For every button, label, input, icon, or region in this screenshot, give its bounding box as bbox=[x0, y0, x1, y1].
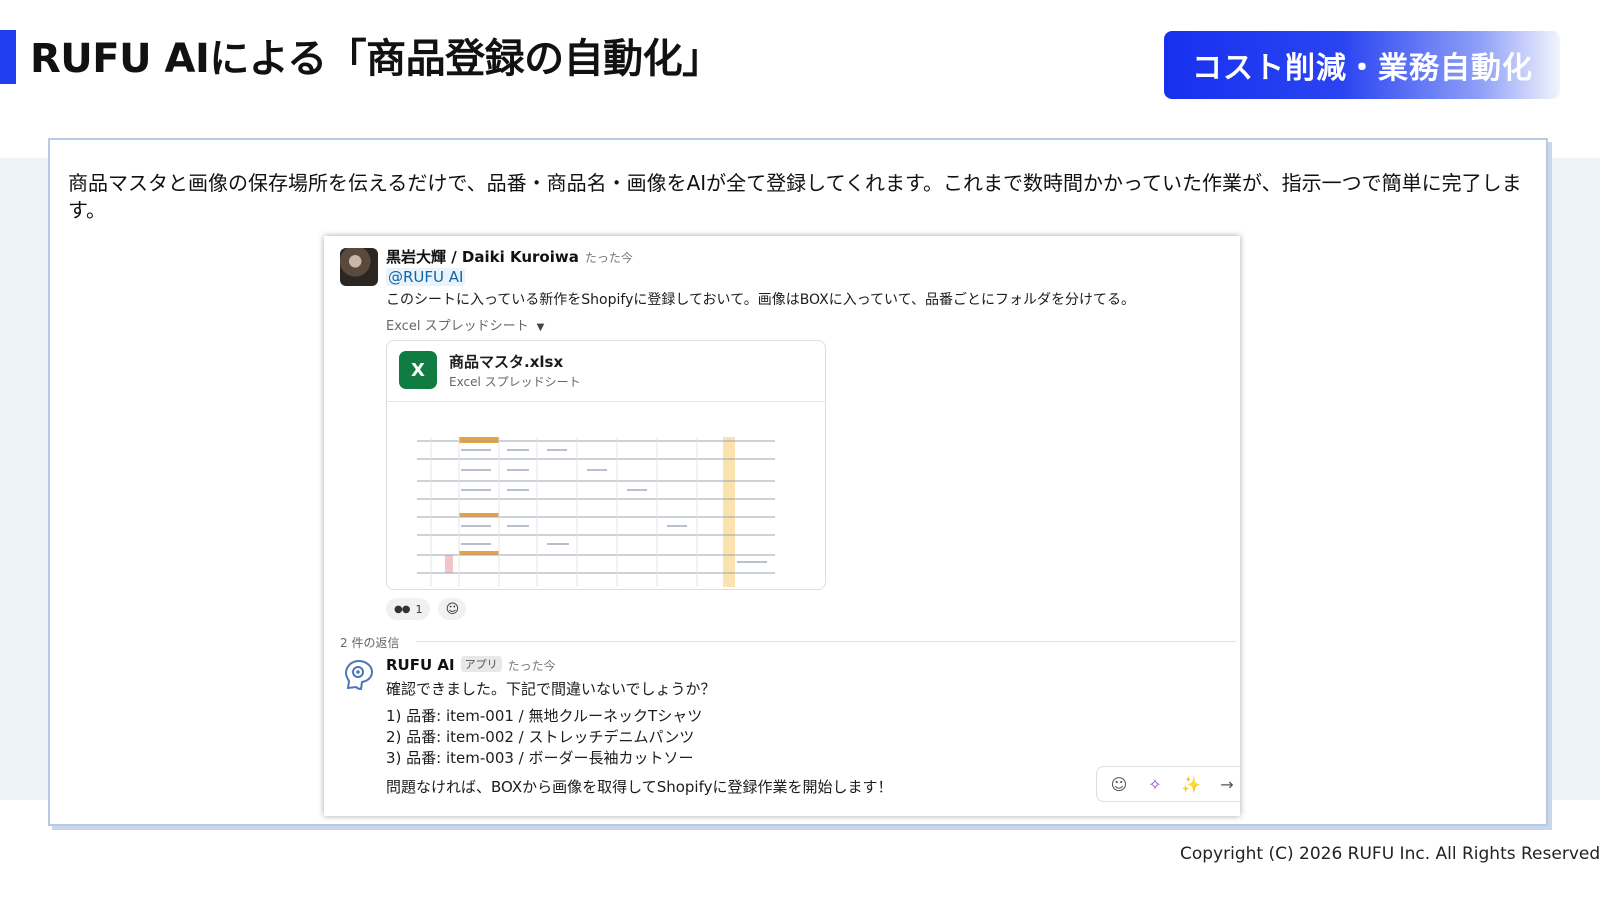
file-type: Excel スプレッドシート bbox=[449, 375, 581, 389]
message-hover-toolbar: ☺ ✧ ✨ → bbox=[1096, 766, 1240, 802]
author-name: 黒岩大輝 / Daiki Kuroiwa bbox=[386, 248, 579, 266]
file-attachment-card: X 商品マスタ.xlsx Excel スプレッドシート bbox=[386, 340, 826, 590]
message-time: たった今 bbox=[584, 251, 633, 265]
spreadsheet-preview-thumbnail bbox=[417, 437, 775, 587]
reply-text: 確認できました。下記で間違いないでしょうか？ bbox=[386, 680, 716, 698]
attachment-kind: Excel スプレッドシート ▼ bbox=[386, 315, 544, 334]
attachment-kind-label: Excel スプレッドシート bbox=[386, 319, 529, 334]
copyright-text: Copyright (C) 2026 RUFU Inc. All Rights … bbox=[1180, 844, 1600, 864]
app-badge: アプリ bbox=[460, 656, 502, 672]
emoji-icon[interactable]: ☺ bbox=[1109, 775, 1129, 794]
user-avatar bbox=[340, 248, 378, 286]
reactions-bar: ●● 1 ☺ bbox=[386, 598, 467, 620]
product-list: 1) 品番: item-001 / 無地クルーネックTシャツ 2) 品番: it… bbox=[386, 706, 702, 769]
title-accent-bar bbox=[0, 30, 16, 84]
list-item: 3) 品番: item-003 / ボーダー長袖カットソー bbox=[386, 749, 694, 767]
message-author: 黒岩大輝 / Daiki Kuroiwa たった今 bbox=[386, 246, 633, 267]
message-text: このシートに入っている新作をShopifyに登録しておいて。画像はBOXに入って… bbox=[386, 292, 1135, 308]
description-text: 商品マスタと画像の保存場所を伝えるだけで、品番・商品名・画像をAIが全て登録して… bbox=[68, 171, 1522, 222]
reply-footer: 問題なければ、BOXから画像を取得してShopifyに登録作業を開始します！ bbox=[386, 778, 893, 796]
excel-icon: X bbox=[399, 351, 437, 389]
reply-time: たった今 bbox=[507, 659, 556, 673]
add-reaction-button[interactable]: ☺ bbox=[438, 598, 467, 620]
rufu-ai-avatar-icon bbox=[344, 659, 374, 691]
add-emoji-icon: ☺ bbox=[445, 601, 460, 617]
list-item: 1) 品番: item-001 / 無地クルーネックTシャツ bbox=[386, 707, 703, 725]
slack-screenshot: 黒岩大輝 / Daiki Kuroiwa たった今 @RUFU AI このシートに… bbox=[324, 236, 1240, 816]
file-divider bbox=[387, 401, 825, 402]
sparkles-icon[interactable]: ✨ bbox=[1181, 775, 1201, 794]
mention-tag: @RUFU AI bbox=[386, 268, 466, 286]
reaction-count: 1 bbox=[415, 602, 423, 616]
file-name: 商品マスタ.xlsx bbox=[449, 353, 564, 371]
caret-down-icon: ▼ bbox=[536, 322, 545, 333]
sparkle-magic-icon[interactable]: ✧ bbox=[1145, 775, 1165, 794]
reaction-eyes[interactable]: ●● 1 bbox=[386, 598, 431, 620]
forward-arrow-icon[interactable]: → bbox=[1217, 775, 1237, 794]
thread-divider bbox=[416, 641, 1236, 642]
page-title: RUFU AIによる「商品登録の自動化」 bbox=[30, 36, 722, 82]
category-tag: コスト削減・業務自動化 bbox=[1164, 31, 1560, 99]
bot-name: RUFU AI bbox=[386, 656, 455, 674]
reply-count[interactable]: 2 件の返信 bbox=[340, 634, 399, 651]
list-item: 2) 品番: item-002 / ストレッチデニムパンツ bbox=[386, 728, 695, 746]
reply-author: RUFU AI アプリ たった今 bbox=[386, 656, 556, 674]
category-tag-label: コスト削減・業務自動化 bbox=[1192, 51, 1533, 86]
content-card: 商品マスタと画像の保存場所を伝えるだけで、品番・商品名・画像をAIが全て登録して… bbox=[48, 138, 1548, 826]
eyes-icon: ●● bbox=[394, 603, 410, 615]
